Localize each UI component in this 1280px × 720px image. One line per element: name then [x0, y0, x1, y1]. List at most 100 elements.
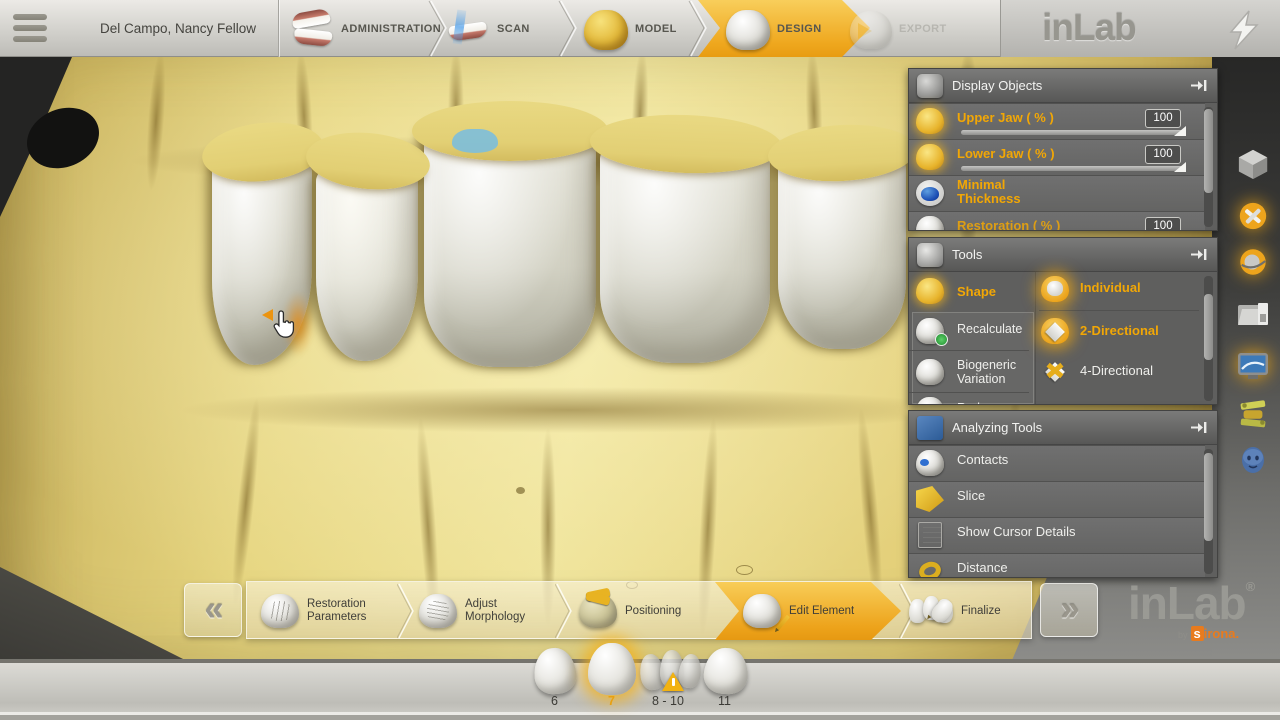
model-step-icon: [584, 9, 628, 50]
tool-label: Contacts: [957, 452, 1009, 467]
scan-icon: [446, 8, 490, 50]
restoration-row[interactable]: Restoration ( % ) 100: [909, 211, 1205, 231]
tool-contacts[interactable]: Contacts: [909, 445, 1205, 481]
scrollbar-thumb[interactable]: [1204, 453, 1213, 541]
nav-chevron-separator: [558, 0, 577, 57]
row-label: Upper Jaw ( % ): [957, 110, 1054, 125]
slice-icon: [916, 486, 944, 512]
tool-2-directional[interactable]: 2-Directional: [1036, 312, 1205, 352]
scrollbar-thumb[interactable]: [1204, 109, 1213, 193]
sirona-watermark: by s irona.: [1178, 626, 1240, 641]
inlab-logo: inLab: [1042, 7, 1137, 48]
crown-central-incisor-left[interactable]: [424, 131, 596, 367]
upper-jaw-row[interactable]: Upper Jaw ( % ) 100: [909, 103, 1205, 139]
tool-reduce[interactable]: Reduce: [909, 392, 1029, 404]
analyzing-tools-header[interactable]: Analyzing Tools: [909, 411, 1217, 445]
warning-icon: [662, 672, 684, 691]
articulator-icon[interactable]: [1236, 398, 1270, 430]
crown-central-incisor-right[interactable]: [600, 145, 770, 363]
view-cube-icon[interactable]: [1236, 148, 1270, 180]
tools-scrollbar[interactable]: [1204, 276, 1213, 401]
case-folder-icon[interactable]: [1236, 298, 1270, 330]
biogeneric-variation-icon: [916, 359, 944, 385]
gum-scallop: [412, 101, 608, 161]
display-objects-strip-icon[interactable]: [1236, 246, 1270, 278]
step-edit-element[interactable]: Edit Element: [743, 582, 883, 640]
tool-label: Recalculate: [957, 322, 1023, 336]
tool-show-cursor-details[interactable]: Show Cursor Details: [909, 517, 1205, 553]
minimal-thickness-marker: [452, 129, 498, 153]
tools-strip-icon[interactable]: [1236, 200, 1270, 232]
lower-jaw-slider[interactable]: [961, 162, 1186, 172]
tooth-item-7[interactable]: [588, 643, 636, 695]
main-menu-button[interactable]: [13, 14, 49, 44]
tools-header[interactable]: Tools: [909, 238, 1217, 272]
contact-pressure-marker: [282, 291, 314, 357]
tools-icon: [917, 242, 943, 267]
nav-step-export[interactable]: EXPORT: [850, 0, 947, 57]
tooth-number-selected: 7: [608, 694, 615, 708]
patient-face-icon[interactable]: [1240, 444, 1266, 476]
tool-label: Individual: [1080, 280, 1141, 295]
lower-jaw-icon: [916, 144, 944, 170]
tool-slice[interactable]: Slice: [909, 481, 1205, 517]
flash-icon[interactable]: [1222, 8, 1266, 52]
workflow-chevron-separator: [397, 583, 414, 639]
nav-step-administration[interactable]: ADMINISTRATION: [290, 0, 441, 57]
tool-label: Biogeneric Variation: [957, 358, 1017, 386]
row-label: Restoration ( % ): [957, 218, 1061, 231]
tooth-number: 11: [718, 694, 731, 708]
collapse-panel-icon[interactable]: [1190, 79, 1207, 92]
scrollbar-thumb[interactable]: [1204, 294, 1213, 360]
tool-recalculate[interactable]: Recalculate: [909, 314, 1029, 350]
step-restoration-parameters[interactable]: Restoration Parameters: [261, 582, 395, 640]
display-objects-header[interactable]: Display Objects: [909, 69, 1217, 103]
lower-jaw-row[interactable]: Lower Jaw ( % ) 100: [909, 139, 1205, 175]
panel-title: Tools: [952, 247, 983, 262]
tool-individual[interactable]: Individual: [1036, 272, 1205, 310]
tools-panel: Tools Shape Recalculate Biogeneric Varia…: [908, 237, 1218, 405]
upper-jaw-icon: [916, 108, 944, 134]
nav-separator: [278, 0, 279, 57]
contacts-icon: [916, 450, 944, 476]
nav-step-design[interactable]: DESIGN: [726, 0, 822, 57]
restoration-value[interactable]: 100: [1145, 217, 1181, 230]
tools-row-separator: [1039, 310, 1199, 311]
tool-label: Slice: [957, 488, 986, 503]
patient-name: Del Campo, Nancy Fellow: [100, 21, 257, 36]
workflow-previous-button[interactable]: «: [184, 583, 242, 637]
export-step-icon: [850, 11, 892, 49]
top-navigation-bar: Del Campo, Nancy Fellow ADMINISTRATION S…: [0, 0, 1280, 57]
tool-distance[interactable]: Distance: [909, 553, 1205, 577]
step-finalize[interactable]: Finalize: [909, 582, 1029, 640]
workflow-next-button[interactable]: »: [1040, 583, 1098, 637]
step-label: Restoration Parameters: [307, 598, 367, 623]
restoration-parameters-icon: [261, 594, 299, 628]
four-directional-icon: [1041, 358, 1069, 384]
analyzing-scrollbar[interactable]: [1204, 449, 1213, 574]
step-positioning[interactable]: Positioning: [579, 582, 709, 640]
nav-step-scan[interactable]: SCAN: [446, 0, 530, 57]
recalculate-icon: [916, 318, 948, 346]
step-label: Edit Element: [789, 604, 855, 617]
collapse-panel-icon[interactable]: [1190, 421, 1207, 434]
tool-label: 2-Directional: [1080, 323, 1159, 338]
workflow-bar: Restoration Parameters Adjust Morphology…: [246, 581, 1032, 640]
tool-4-directional[interactable]: 4-Directional: [1036, 352, 1205, 392]
tool-shape[interactable]: Shape: [909, 272, 1031, 312]
upper-jaw-slider[interactable]: [961, 126, 1186, 136]
nav-step-model[interactable]: MODEL: [584, 0, 677, 57]
step-adjust-morphology[interactable]: Adjust Morphology: [419, 582, 551, 640]
nav-chevron-separator: [688, 0, 707, 57]
tool-label: 4-Directional: [1080, 363, 1153, 378]
crown-tooth[interactable]: [778, 153, 906, 349]
display-objects-scrollbar[interactable]: [1204, 107, 1213, 227]
minimal-thickness-row[interactable]: Minimal Thickness: [909, 175, 1205, 211]
crown-tooth[interactable]: [316, 161, 418, 361]
analyzing-tools-panel: Analyzing Tools Contacts Slice Show Curs…: [908, 410, 1218, 578]
collapse-panel-icon[interactable]: [1190, 248, 1207, 261]
nav-step-label: EXPORT: [899, 22, 947, 35]
tool-biogeneric-variation[interactable]: Biogeneric Variation: [909, 350, 1029, 392]
analyzing-strip-icon[interactable]: [1236, 350, 1270, 382]
nav-step-label: SCAN: [497, 22, 530, 35]
